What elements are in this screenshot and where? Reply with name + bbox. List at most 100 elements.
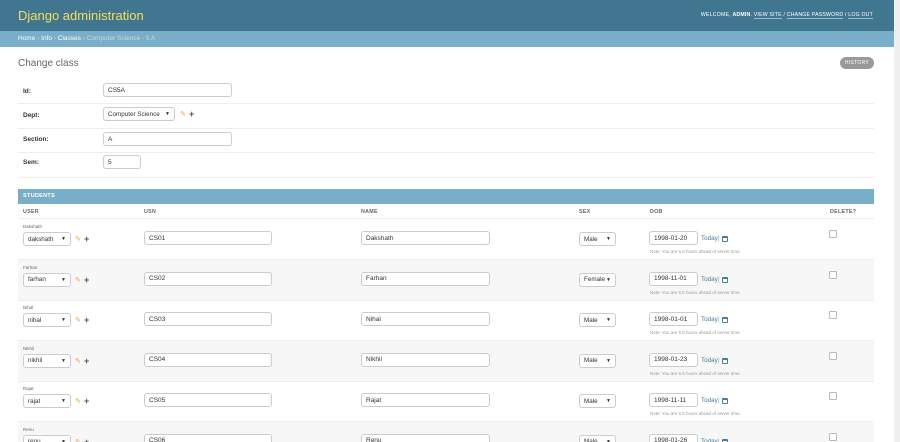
edit-user-icon[interactable]: ✎ bbox=[75, 438, 81, 442]
chevron-down-icon: ▼ bbox=[61, 276, 66, 283]
delete-checkbox[interactable] bbox=[829, 392, 837, 400]
header-bar: Django administration Welcome, admin. Vi… bbox=[0, 0, 900, 31]
add-user-icon[interactable]: + bbox=[84, 397, 89, 406]
timezone-note: Note: You are 5.5 hours ahead of server … bbox=[650, 289, 741, 295]
today-link[interactable]: Today bbox=[701, 357, 718, 364]
chevron-down-icon: ▼ bbox=[606, 438, 611, 442]
name-input[interactable]: Nihal bbox=[361, 312, 490, 326]
table-row: Farhan farhan ▼ ✎ + CS02 Farhan Female ▼ 1998-11-… bbox=[18, 259, 874, 301]
today-link[interactable]: Today bbox=[701, 438, 718, 442]
table-row: Dakshath dakshath ▼ ✎ + CS01 Dakshath Male ▼ 1998… bbox=[18, 219, 874, 260]
breadcrumb-info[interactable]: Info bbox=[41, 35, 52, 42]
calendar-icon[interactable] bbox=[722, 398, 728, 404]
add-user-icon[interactable]: + bbox=[84, 437, 89, 442]
calendar-icon[interactable] bbox=[722, 236, 728, 242]
sex-select[interactable]: Male ▼ bbox=[579, 353, 616, 368]
breadcrumb-home[interactable]: Home bbox=[18, 35, 35, 42]
scrollbar[interactable] bbox=[894, 0, 900, 442]
view-site-link[interactable]: View site bbox=[753, 12, 782, 19]
usn-input[interactable]: CS04 bbox=[144, 352, 272, 367]
delete-checkbox[interactable] bbox=[829, 230, 837, 238]
breadcrumb-current: Computer Science - 5 A bbox=[86, 35, 156, 42]
section-label: Section: bbox=[23, 136, 49, 143]
sex-select[interactable]: Male ▼ bbox=[579, 313, 616, 327]
usn-input[interactable]: CS06 bbox=[144, 433, 272, 442]
calendar-icon[interactable] bbox=[722, 357, 728, 364]
today-link[interactable]: Today bbox=[701, 397, 718, 404]
dob-input[interactable]: 1998-11-01 bbox=[649, 271, 698, 286]
usn-input[interactable]: CS03 bbox=[144, 312, 272, 326]
calendar-icon[interactable] bbox=[722, 276, 728, 283]
form-row-section: Section: A bbox=[18, 129, 874, 153]
name-input[interactable]: Renu bbox=[361, 433, 490, 442]
history-button[interactable]: History bbox=[840, 57, 874, 69]
user-select[interactable]: farhan ▼ bbox=[23, 272, 71, 287]
edit-dept-icon[interactable]: ✎ bbox=[180, 110, 186, 118]
edit-user-icon[interactable]: ✎ bbox=[75, 276, 81, 284]
user-select[interactable]: renu ▼ bbox=[23, 434, 71, 442]
user-select[interactable]: nikhil ▼ bbox=[23, 353, 71, 368]
delete-checkbox[interactable] bbox=[829, 270, 837, 279]
usn-input[interactable]: CS05 bbox=[144, 393, 272, 407]
dob-input[interactable]: 1998-01-20 bbox=[649, 231, 698, 245]
site-name[interactable]: Django administration bbox=[18, 8, 144, 23]
user-select[interactable]: dakshath ▼ bbox=[23, 232, 71, 246]
chevron-down-icon: ▼ bbox=[61, 398, 66, 404]
edit-user-icon[interactable]: ✎ bbox=[75, 235, 81, 243]
table-row: Renu renu ▼ ✎ + CS06 Renu Male ▼ 1998-01-26 Today |… bbox=[18, 421, 874, 442]
dob-input[interactable]: 1998-01-01 bbox=[649, 312, 698, 326]
name-input[interactable]: Farhan bbox=[361, 271, 490, 286]
today-separator: | bbox=[718, 397, 720, 404]
col-name: Name bbox=[361, 209, 378, 215]
breadcrumb-classes[interactable]: Classes bbox=[58, 35, 81, 42]
today-link[interactable]: Today bbox=[701, 235, 718, 242]
today-link[interactable]: Today bbox=[701, 316, 718, 323]
edit-user-icon[interactable]: ✎ bbox=[75, 357, 81, 365]
dob-input[interactable]: 1998-11-11 bbox=[649, 393, 698, 407]
add-user-icon[interactable]: + bbox=[84, 235, 89, 244]
form-row-sem: Sem: 5 bbox=[18, 153, 874, 178]
sex-select[interactable]: Male ▼ bbox=[579, 232, 616, 246]
dob-input[interactable]: 1998-01-26 bbox=[649, 433, 698, 442]
edit-user-icon[interactable]: ✎ bbox=[75, 316, 81, 324]
id-input[interactable]: CS5A bbox=[103, 83, 232, 97]
sex-select[interactable]: Male ▼ bbox=[579, 434, 616, 442]
usn-input[interactable]: CS02 bbox=[144, 271, 272, 286]
change-password-link[interactable]: Change password bbox=[786, 12, 844, 19]
add-user-icon[interactable]: + bbox=[84, 356, 89, 366]
name-input[interactable]: Dakshath bbox=[361, 231, 490, 245]
edit-user-icon[interactable]: ✎ bbox=[75, 397, 81, 405]
dob-input[interactable]: 1998-01-23 bbox=[649, 352, 698, 367]
table-row: Rajat rajat ▼ ✎ + CS05 Rajat Male ▼ 1998-11-11 Tod… bbox=[18, 381, 874, 422]
delete-checkbox[interactable] bbox=[829, 351, 837, 360]
usn-input[interactable]: CS01 bbox=[144, 231, 272, 245]
id-label: Id: bbox=[23, 88, 31, 95]
name-input[interactable]: Nikhil bbox=[361, 352, 490, 367]
page-title: Change class bbox=[18, 58, 79, 69]
original-label: Farhan bbox=[23, 264, 38, 270]
user-select[interactable]: nihal ▼ bbox=[23, 313, 71, 327]
add-user-icon[interactable]: + bbox=[84, 275, 89, 285]
original-label: Nihal bbox=[23, 305, 34, 310]
delete-checkbox[interactable] bbox=[829, 432, 837, 441]
sex-select[interactable]: Male ▼ bbox=[579, 394, 616, 408]
calendar-icon[interactable] bbox=[722, 317, 728, 323]
sex-select[interactable]: Female ▼ bbox=[579, 272, 616, 287]
user-select[interactable]: rajat ▼ bbox=[23, 394, 71, 408]
col-dob: DOB bbox=[650, 209, 663, 215]
sem-label: Sem: bbox=[23, 159, 39, 166]
delete-checkbox[interactable] bbox=[829, 311, 837, 319]
calendar-icon[interactable] bbox=[722, 438, 728, 442]
add-user-icon[interactable]: + bbox=[84, 316, 89, 325]
col-usn: USN bbox=[144, 209, 157, 215]
add-dept-icon[interactable]: + bbox=[189, 110, 194, 119]
name-input[interactable]: Rajat bbox=[361, 393, 490, 407]
section-input[interactable]: A bbox=[103, 132, 232, 146]
log-out-link[interactable]: Log out bbox=[848, 12, 873, 19]
today-link[interactable]: Today bbox=[701, 276, 718, 283]
dept-select[interactable]: Computer Science ▼ bbox=[103, 107, 175, 121]
sem-input[interactable]: 5 bbox=[103, 155, 141, 169]
chevron-down-icon: ▼ bbox=[61, 317, 66, 323]
chevron-down-icon: ▼ bbox=[61, 438, 66, 442]
timezone-note: Note: You are 5.5 hours ahead of server … bbox=[650, 249, 741, 254]
